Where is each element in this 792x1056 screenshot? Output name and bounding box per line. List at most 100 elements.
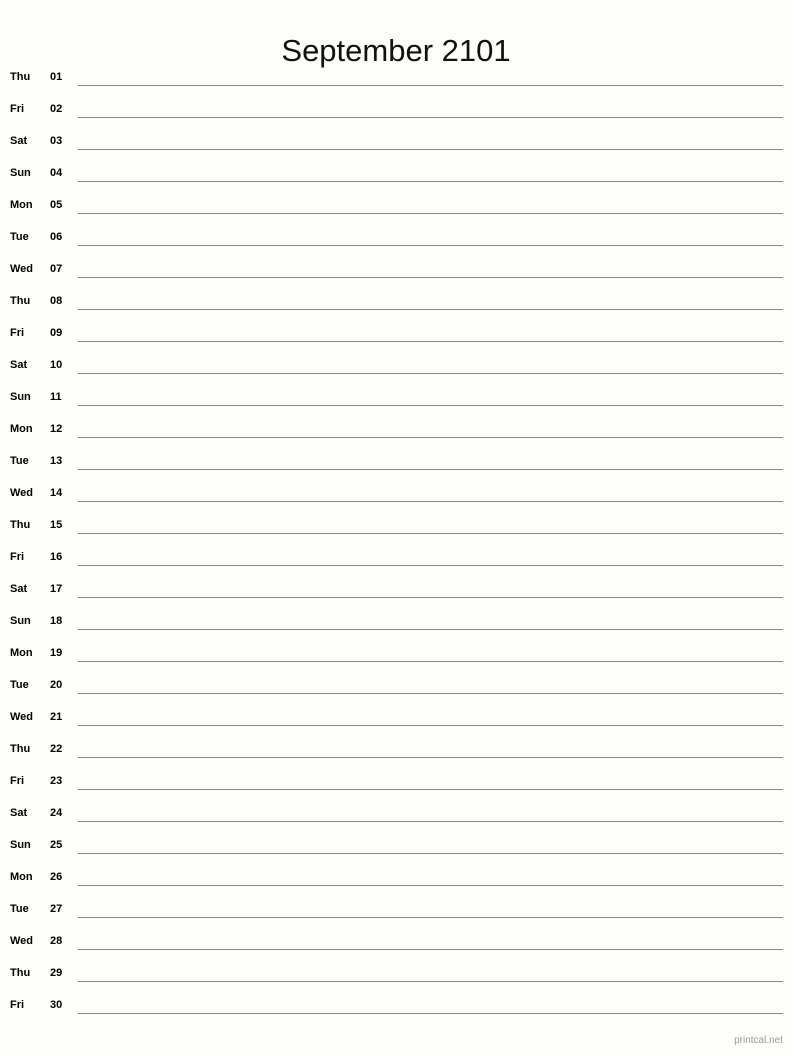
day-weekday-label: Wed [10,487,34,499]
day-writing-line[interactable] [78,981,783,982]
day-writing-line[interactable] [78,213,783,214]
day-weekday-label: Thu [10,295,31,307]
day-writing-line[interactable] [78,533,783,534]
day-row: Wed 21 [0,704,792,736]
day-number-label: 14 [50,487,63,499]
day-row: Sun 11 [0,384,792,416]
day-writing-line[interactable] [78,565,783,566]
day-writing-line[interactable] [78,149,783,150]
day-weekday-label: Thu [10,743,31,755]
day-row: Wed 14 [0,480,792,512]
day-weekday-label: Wed [10,935,34,947]
day-weekday-label: Fri [10,551,25,563]
day-number-label: 27 [50,903,63,915]
day-writing-line[interactable] [78,181,783,182]
day-writing-line[interactable] [78,949,783,950]
day-writing-line[interactable] [78,853,783,854]
day-writing-line[interactable] [78,405,783,406]
day-writing-line[interactable] [78,597,783,598]
day-number-label: 15 [50,519,63,531]
day-row: Sun 25 [0,832,792,864]
day-number-label: 04 [50,167,63,179]
day-number-label: 22 [50,743,63,755]
day-number-label: 09 [50,327,63,339]
day-weekday-label: Sat [10,807,28,819]
day-weekday-label: Mon [10,647,33,659]
day-writing-line[interactable] [78,469,783,470]
day-writing-line[interactable] [78,885,783,886]
day-weekday-label: Tue [10,455,29,467]
day-weekday-label: Sun [10,167,31,179]
day-writing-line[interactable] [78,373,783,374]
day-number-label: 25 [50,839,63,851]
day-weekday-label: Fri [10,327,25,339]
day-row: Fri 09 [0,320,792,352]
day-row: Sat 03 [0,128,792,160]
day-writing-line[interactable] [78,757,783,758]
day-weekday-label: Tue [10,679,29,691]
day-number-label: 08 [50,295,63,307]
day-number-label: 03 [50,135,63,147]
day-writing-line[interactable] [78,309,783,310]
day-row: Wed 07 [0,256,792,288]
day-number-label: 11 [50,391,62,403]
day-weekday-label: Wed [10,263,34,275]
day-writing-line[interactable] [78,501,783,502]
day-writing-line[interactable] [78,245,783,246]
day-row: Wed 28 [0,928,792,960]
day-row: Sat 17 [0,576,792,608]
day-weekday-label: Thu [10,519,31,531]
day-row: Sun 18 [0,608,792,640]
day-writing-line[interactable] [78,661,783,662]
day-writing-line[interactable] [78,629,783,630]
watermark: printcal.net [734,1035,783,1046]
day-weekday-label: Fri [10,999,25,1011]
day-weekday-label: Sat [10,135,28,147]
day-weekday-label: Thu [10,967,31,979]
day-weekday-label: Sat [10,583,28,595]
day-writing-line[interactable] [78,85,783,86]
day-weekday-label: Sun [10,615,31,627]
day-row: Thu 22 [0,736,792,768]
day-writing-line[interactable] [78,821,783,822]
day-weekday-label: Sun [10,839,31,851]
day-row: Mon 05 [0,192,792,224]
day-number-label: 18 [50,615,63,627]
day-weekday-label: Fri [10,775,25,787]
day-writing-line[interactable] [78,341,783,342]
day-writing-line[interactable] [78,437,783,438]
day-row: Fri 16 [0,544,792,576]
day-weekday-label: Mon [10,199,33,211]
day-row: Thu 15 [0,512,792,544]
day-writing-line[interactable] [78,725,783,726]
day-weekday-label: Sun [10,391,31,403]
day-number-label: 02 [50,103,63,115]
day-writing-line[interactable] [78,693,783,694]
day-row: Mon 26 [0,864,792,896]
day-weekday-label: Tue [10,903,29,915]
day-row: Tue 13 [0,448,792,480]
day-row: Mon 19 [0,640,792,672]
day-weekday-label: Mon [10,423,33,435]
day-writing-line[interactable] [78,789,783,790]
day-writing-line[interactable] [78,277,783,278]
day-weekday-label: Mon [10,871,33,883]
day-row: Sat 10 [0,352,792,384]
calendar-page: September 2101 Thu 01 Fri 02 Sat 03 Sun 04 Mon 05… [0,0,792,1056]
day-writing-line[interactable] [78,1013,783,1014]
day-number-label: 26 [50,871,63,883]
day-writing-line[interactable] [78,917,783,918]
day-weekday-label: Sat [10,359,28,371]
day-number-label: 19 [50,647,63,659]
day-number-label: 13 [50,455,63,467]
day-row: Fri 23 [0,768,792,800]
day-row: Thu 01 [0,64,792,96]
day-number-label: 30 [50,999,63,1011]
day-writing-line[interactable] [78,117,783,118]
day-number-label: 07 [50,263,63,275]
day-row: Sun 04 [0,160,792,192]
day-row: Fri 30 [0,992,792,1024]
day-number-label: 05 [50,199,63,211]
day-weekday-label: Tue [10,231,29,243]
day-number-label: 21 [50,711,63,723]
